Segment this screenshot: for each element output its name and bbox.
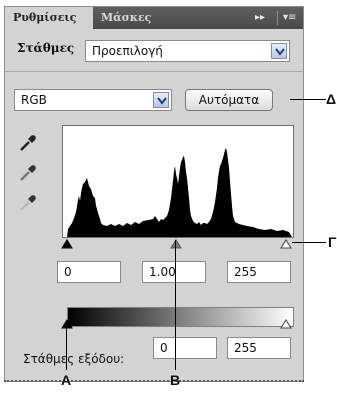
separator xyxy=(5,71,303,72)
white-eyedropper-icon[interactable] xyxy=(19,194,37,212)
channel-select[interactable]: RGB xyxy=(14,89,172,111)
gamma-slider[interactable] xyxy=(170,239,182,249)
input-black-field[interactable]: 0 xyxy=(57,261,121,283)
tab-adjustments[interactable]: Ρυθμίσεις xyxy=(5,7,93,29)
auto-button[interactable]: Αυτόματα xyxy=(185,89,273,111)
callout-line-a xyxy=(66,322,67,370)
input-white-field[interactable]: 255 xyxy=(227,261,291,283)
output-black-slider[interactable] xyxy=(61,319,73,329)
histogram-graph xyxy=(67,148,292,237)
gray-eyedropper-icon[interactable] xyxy=(19,164,37,182)
black-point-slider[interactable] xyxy=(61,239,73,249)
white-point-slider[interactable] xyxy=(280,239,292,249)
channel-value: RGB xyxy=(21,93,47,107)
output-black-field[interactable]: 0 xyxy=(153,337,217,359)
callout-line-d xyxy=(290,99,326,100)
preset-select[interactable]: Προεπιλογή xyxy=(85,40,290,62)
dropdown-arrow-icon[interactable] xyxy=(153,92,169,108)
collapse-icon[interactable]: ▸▸ xyxy=(255,7,265,29)
black-eyedropper-icon[interactable] xyxy=(19,134,37,152)
panel-menu-icon[interactable]: ▾≡ xyxy=(283,7,296,29)
callout-b: B xyxy=(170,372,181,388)
adjustments-panel: Ρυθμίσεις Μάσκες ▸▸ ▾≡ Στάθμες Προεπιλογ… xyxy=(4,6,304,382)
output-levels-label: Στάθμες εξόδου: xyxy=(23,352,125,366)
callout-d: Δ xyxy=(326,91,337,107)
output-gradient xyxy=(67,307,294,327)
callout-a: A xyxy=(61,372,72,388)
input-gamma-field[interactable]: 1.00 xyxy=(142,261,206,283)
output-white-slider[interactable] xyxy=(280,319,292,329)
histogram xyxy=(62,125,294,238)
preset-label: Στάθμες xyxy=(17,41,75,55)
dropdown-arrow-icon[interactable] xyxy=(271,43,287,59)
callout-g: Γ xyxy=(328,234,337,250)
tabbar-divider xyxy=(277,11,278,25)
output-white-field[interactable]: 255 xyxy=(227,337,291,359)
preset-value: Προεπιλογή xyxy=(92,44,163,58)
callout-line-g xyxy=(292,242,326,243)
panel-tabbar: Ρυθμίσεις Μάσκες ▸▸ ▾≡ xyxy=(5,7,303,29)
tab-masks[interactable]: Μάσκες xyxy=(93,7,169,29)
panel-bottom-edge xyxy=(4,380,304,382)
callout-line-b xyxy=(175,240,176,370)
